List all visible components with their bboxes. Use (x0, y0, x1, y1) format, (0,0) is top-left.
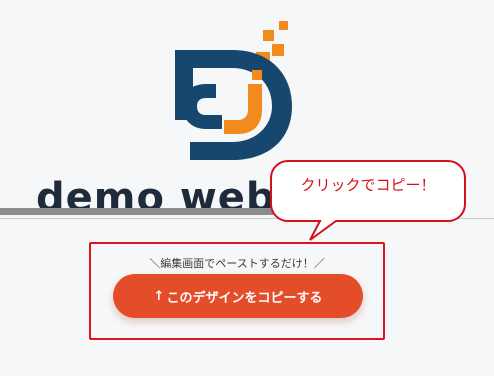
speech-bubble-shape (270, 160, 466, 241)
dd-logo-icon (175, 21, 292, 160)
site-name: demo web (36, 175, 276, 212)
copy-design-button[interactable]: ↑ このデザインをコピーする (113, 274, 363, 318)
header-bar (0, 208, 278, 215)
copy-button-label: このデザインをコピーする (166, 290, 323, 306)
copy-tooltip: クリックでコピー！ (270, 160, 466, 241)
paste-hint: ＼編集画面でペーストするだけ！／ (149, 257, 325, 270)
tooltip-text: クリックでコピー！ (300, 176, 436, 194)
arrow-up-icon: ↑ (153, 288, 165, 304)
